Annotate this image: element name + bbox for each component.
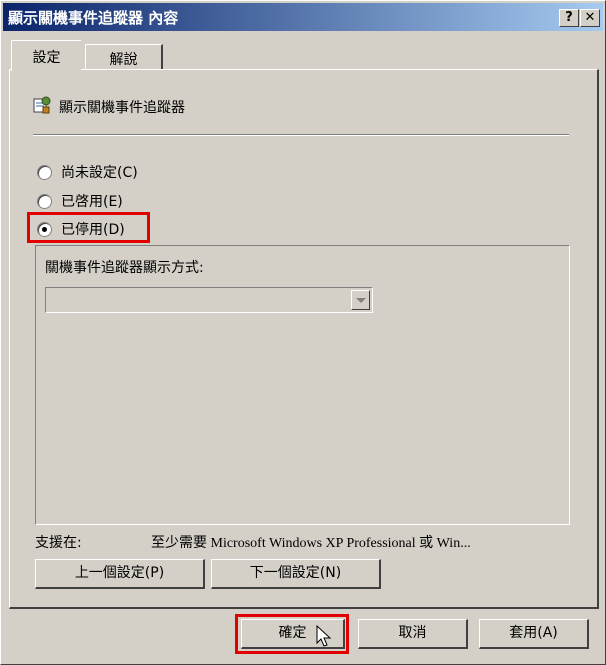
help-button[interactable]: ? [559, 9, 579, 27]
tab-settings-label: 設定 [32, 50, 61, 66]
properties-dialog: 顯示關機事件追蹤器 內容 ? ✕ 設定 解說 顯示關機事件追蹤器 尚未設定(C)… [0, 0, 606, 665]
supported-on-value: 至少需要 Microsoft Windows XP Professional 或… [151, 536, 471, 551]
highlight-disabled-option [27, 212, 150, 243]
previous-setting-button[interactable]: 上一個設定(P) [35, 559, 205, 589]
apply-button[interactable]: 套用(A) [479, 619, 589, 649]
close-button[interactable]: ✕ [580, 9, 600, 27]
cancel-button[interactable]: 取消 [358, 619, 468, 649]
radio-enabled-label[interactable]: 已啓用(E) [61, 191, 123, 211]
display-mode-select[interactable] [45, 287, 373, 313]
tab-explain[interactable]: 解說 [85, 44, 163, 70]
tab-settings[interactable]: 設定 [11, 40, 81, 71]
next-setting-button[interactable]: 下一個設定(N) [211, 559, 381, 589]
mouse-cursor-icon [316, 625, 332, 647]
tab-explain-label: 解說 [109, 52, 138, 68]
radio-not-configured[interactable] [37, 165, 52, 180]
separator [33, 134, 569, 136]
radio-not-configured-label[interactable]: 尚未設定(C) [61, 162, 138, 182]
supported-on-label: 支援在: [35, 535, 82, 551]
policy-icon [33, 96, 51, 114]
chevron-down-icon[interactable] [351, 290, 370, 310]
display-mode-label: 關機事件追蹤器顯示方式: [45, 260, 204, 276]
title-bar[interactable]: 顯示關機事件追蹤器 內容 ? ✕ [3, 3, 603, 31]
policy-name: 顯示關機事件追蹤器 [59, 100, 185, 116]
radio-enabled[interactable] [37, 194, 52, 209]
window-title: 顯示關機事件追蹤器 內容 [8, 9, 179, 27]
